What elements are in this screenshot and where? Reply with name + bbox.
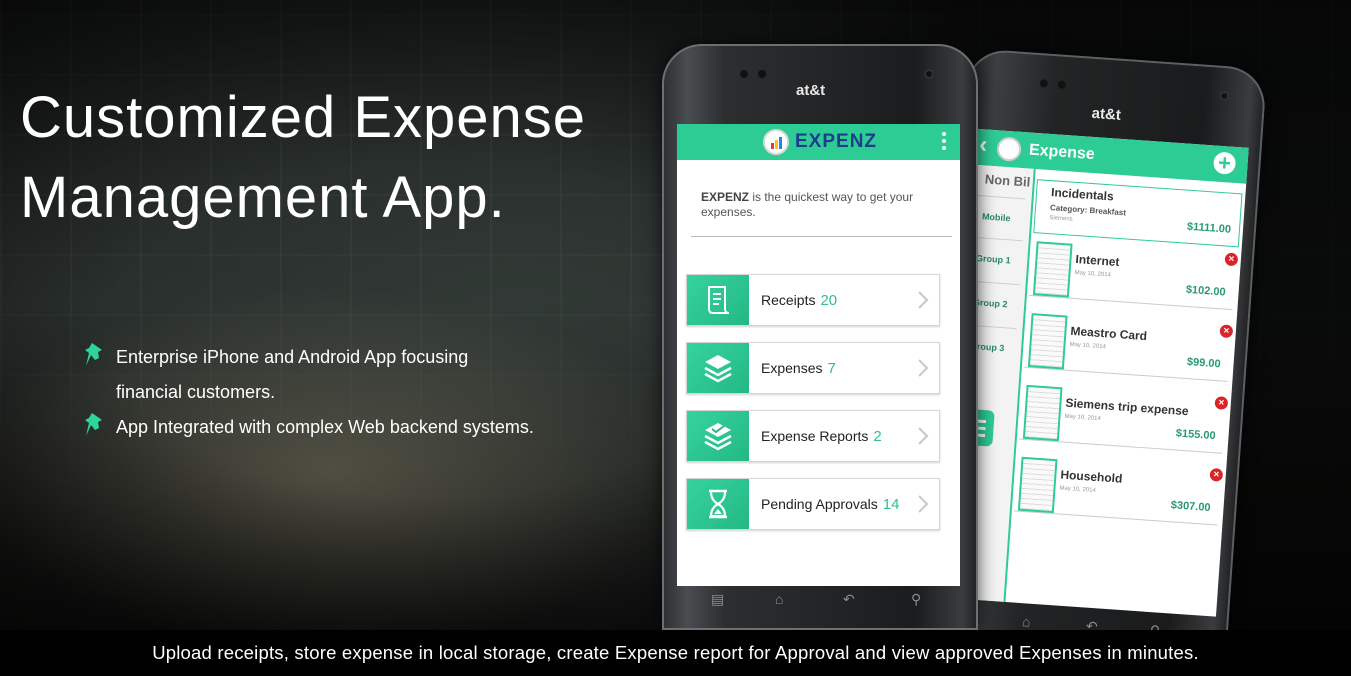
receipt-thumbnail (1027, 313, 1068, 370)
back-icon[interactable]: ↶ (843, 591, 855, 608)
chevron-right-icon (918, 427, 929, 445)
bullet-text-line-1: Enterprise iPhone and Android App focusi… (116, 347, 469, 367)
expense-company: Siemens (1049, 215, 1073, 223)
menu-item-count: 14 (882, 496, 900, 513)
chevron-right-icon (918, 359, 929, 377)
expense-name: Meastro Card (1070, 323, 1148, 344)
delete-icon[interactable]: × (1219, 324, 1234, 339)
app-bar: EXPENZ (677, 124, 960, 160)
android-phone-home: at&t EXPENZ EXPENZ is the quickest way t… (662, 44, 978, 630)
bullet-text-line-2: financial customers. (116, 382, 276, 402)
bullet-item: Enterprise iPhone and Android App focusi… (84, 340, 596, 410)
report-layers-icon (687, 411, 749, 461)
sidebar-header: Non Bil (984, 171, 1031, 190)
pushpin-icon (85, 413, 102, 436)
expense-list: Incidentals Category: Breakfast Siemens … (1003, 168, 1249, 617)
home-icon[interactable]: ⌂ (1022, 613, 1032, 630)
menu-item-label: Receipts (761, 292, 816, 308)
headline-line-1: Customized Expense (20, 85, 587, 150)
menu-item-label: Pending Approvals (761, 496, 878, 512)
delete-icon[interactable]: × (1214, 396, 1229, 410)
receipt-thumbnail (1022, 384, 1063, 442)
bullet-text-line-1: App Integrated with complex Web backend … (116, 417, 534, 437)
receipt-icon (687, 275, 749, 325)
speaker-dot (1039, 79, 1048, 88)
expense-card-household[interactable]: Household May 10, 2014 $307.00 × (1013, 450, 1224, 526)
camera-icon (1218, 90, 1230, 102)
menu-item-pending-approvals[interactable]: Pending Approvals 14 (686, 478, 940, 530)
back-arrow-icon[interactable]: ‹ (978, 131, 988, 159)
intro-text: EXPENZ is the quickest way to get your e… (677, 160, 960, 220)
headline: Customized Expense Management App. (20, 78, 586, 238)
app-logo-icon (763, 129, 789, 155)
expense-date: May 10, 2014 (1069, 341, 1107, 351)
home-screen: EXPENZ EXPENZ is the quickest way to get… (677, 124, 960, 586)
feature-bullets: Enterprise iPhone and Android App focusi… (84, 340, 596, 445)
delete-icon[interactable]: × (1209, 467, 1224, 482)
menu-item-count: 2 (873, 428, 882, 445)
menu-item-count: 7 (827, 360, 836, 377)
chevron-right-icon (918, 495, 929, 513)
menu-item-receipts[interactable]: Receipts 20 (686, 274, 940, 326)
camera-icon (924, 69, 934, 79)
expense-amount: $1111.00 (1186, 220, 1232, 236)
menu-item-label: Expenses (761, 360, 823, 376)
main-menu: Receipts20 Expenses7 Expense Reports2 (686, 274, 940, 546)
expense-amount: $307.00 (1170, 499, 1211, 515)
overflow-menu-icon[interactable] (942, 132, 946, 153)
headline-line-2: Management App. (20, 165, 506, 230)
expense-card-meastro-card[interactable]: Meastro Card May 10, 2014 $99.00 × (1023, 306, 1234, 382)
app-logo-icon (996, 136, 1022, 162)
expense-name: Household (1059, 467, 1123, 486)
app-name: EXPENZ (795, 131, 878, 152)
menu-item-label: Expense Reports (761, 428, 869, 444)
speaker-dot (758, 70, 766, 78)
hourglass-icon (687, 479, 749, 529)
android-nav-bar: ▤ ⌂ ↶ ⚲ (677, 589, 960, 613)
expense-name: Incidentals (1050, 185, 1115, 204)
receipt-thumbnail (1017, 456, 1058, 514)
speaker-dot (740, 70, 748, 78)
expense-screen: ‹ Expense + Non Bil Mobile Group 1 Group… (941, 128, 1249, 617)
search-icon[interactable]: ⚲ (911, 591, 921, 608)
carrier-logo: at&t (1091, 104, 1122, 124)
pushpin-icon (85, 343, 102, 366)
carrier-logo: at&t (796, 82, 826, 99)
screen-title: Expense (1028, 141, 1096, 164)
expense-card-siemens-trip[interactable]: Siemens trip expense May 10, 2014 $155.0… (1018, 378, 1229, 454)
menu-icon[interactable]: ▤ (711, 591, 724, 608)
chevron-right-icon (918, 291, 929, 309)
expense-date: May 10, 2014 (1059, 485, 1096, 494)
bullet-item: App Integrated with complex Web backend … (84, 410, 596, 445)
footer-caption: Upload receipts, store expense in local … (0, 630, 1351, 676)
menu-item-expense-reports[interactable]: Expense Reports 2 (686, 410, 940, 462)
home-icon[interactable]: ⌂ (775, 591, 783, 607)
intro-brand: EXPENZ (701, 190, 750, 204)
receipt-thumbnail (1032, 241, 1073, 298)
expense-card-internet[interactable]: Internet May 10, 2014 $102.00 × (1028, 234, 1239, 311)
expense-amount: $155.00 (1175, 427, 1216, 443)
expense-name: Internet (1075, 252, 1120, 270)
expense-date: May 10, 2014 (1064, 413, 1102, 423)
expense-amount: $99.00 (1186, 356, 1221, 371)
layers-icon (687, 343, 749, 393)
expense-date: May 10, 2014 (1074, 269, 1112, 279)
speaker-dot (1057, 80, 1066, 89)
menu-item-expenses[interactable]: Expenses 7 (686, 342, 940, 394)
expense-amount: $102.00 (1185, 283, 1226, 299)
divider (691, 236, 952, 237)
add-expense-button[interactable]: + (1212, 150, 1237, 176)
menu-item-count: 20 (820, 292, 838, 309)
delete-icon[interactable]: × (1224, 252, 1239, 267)
